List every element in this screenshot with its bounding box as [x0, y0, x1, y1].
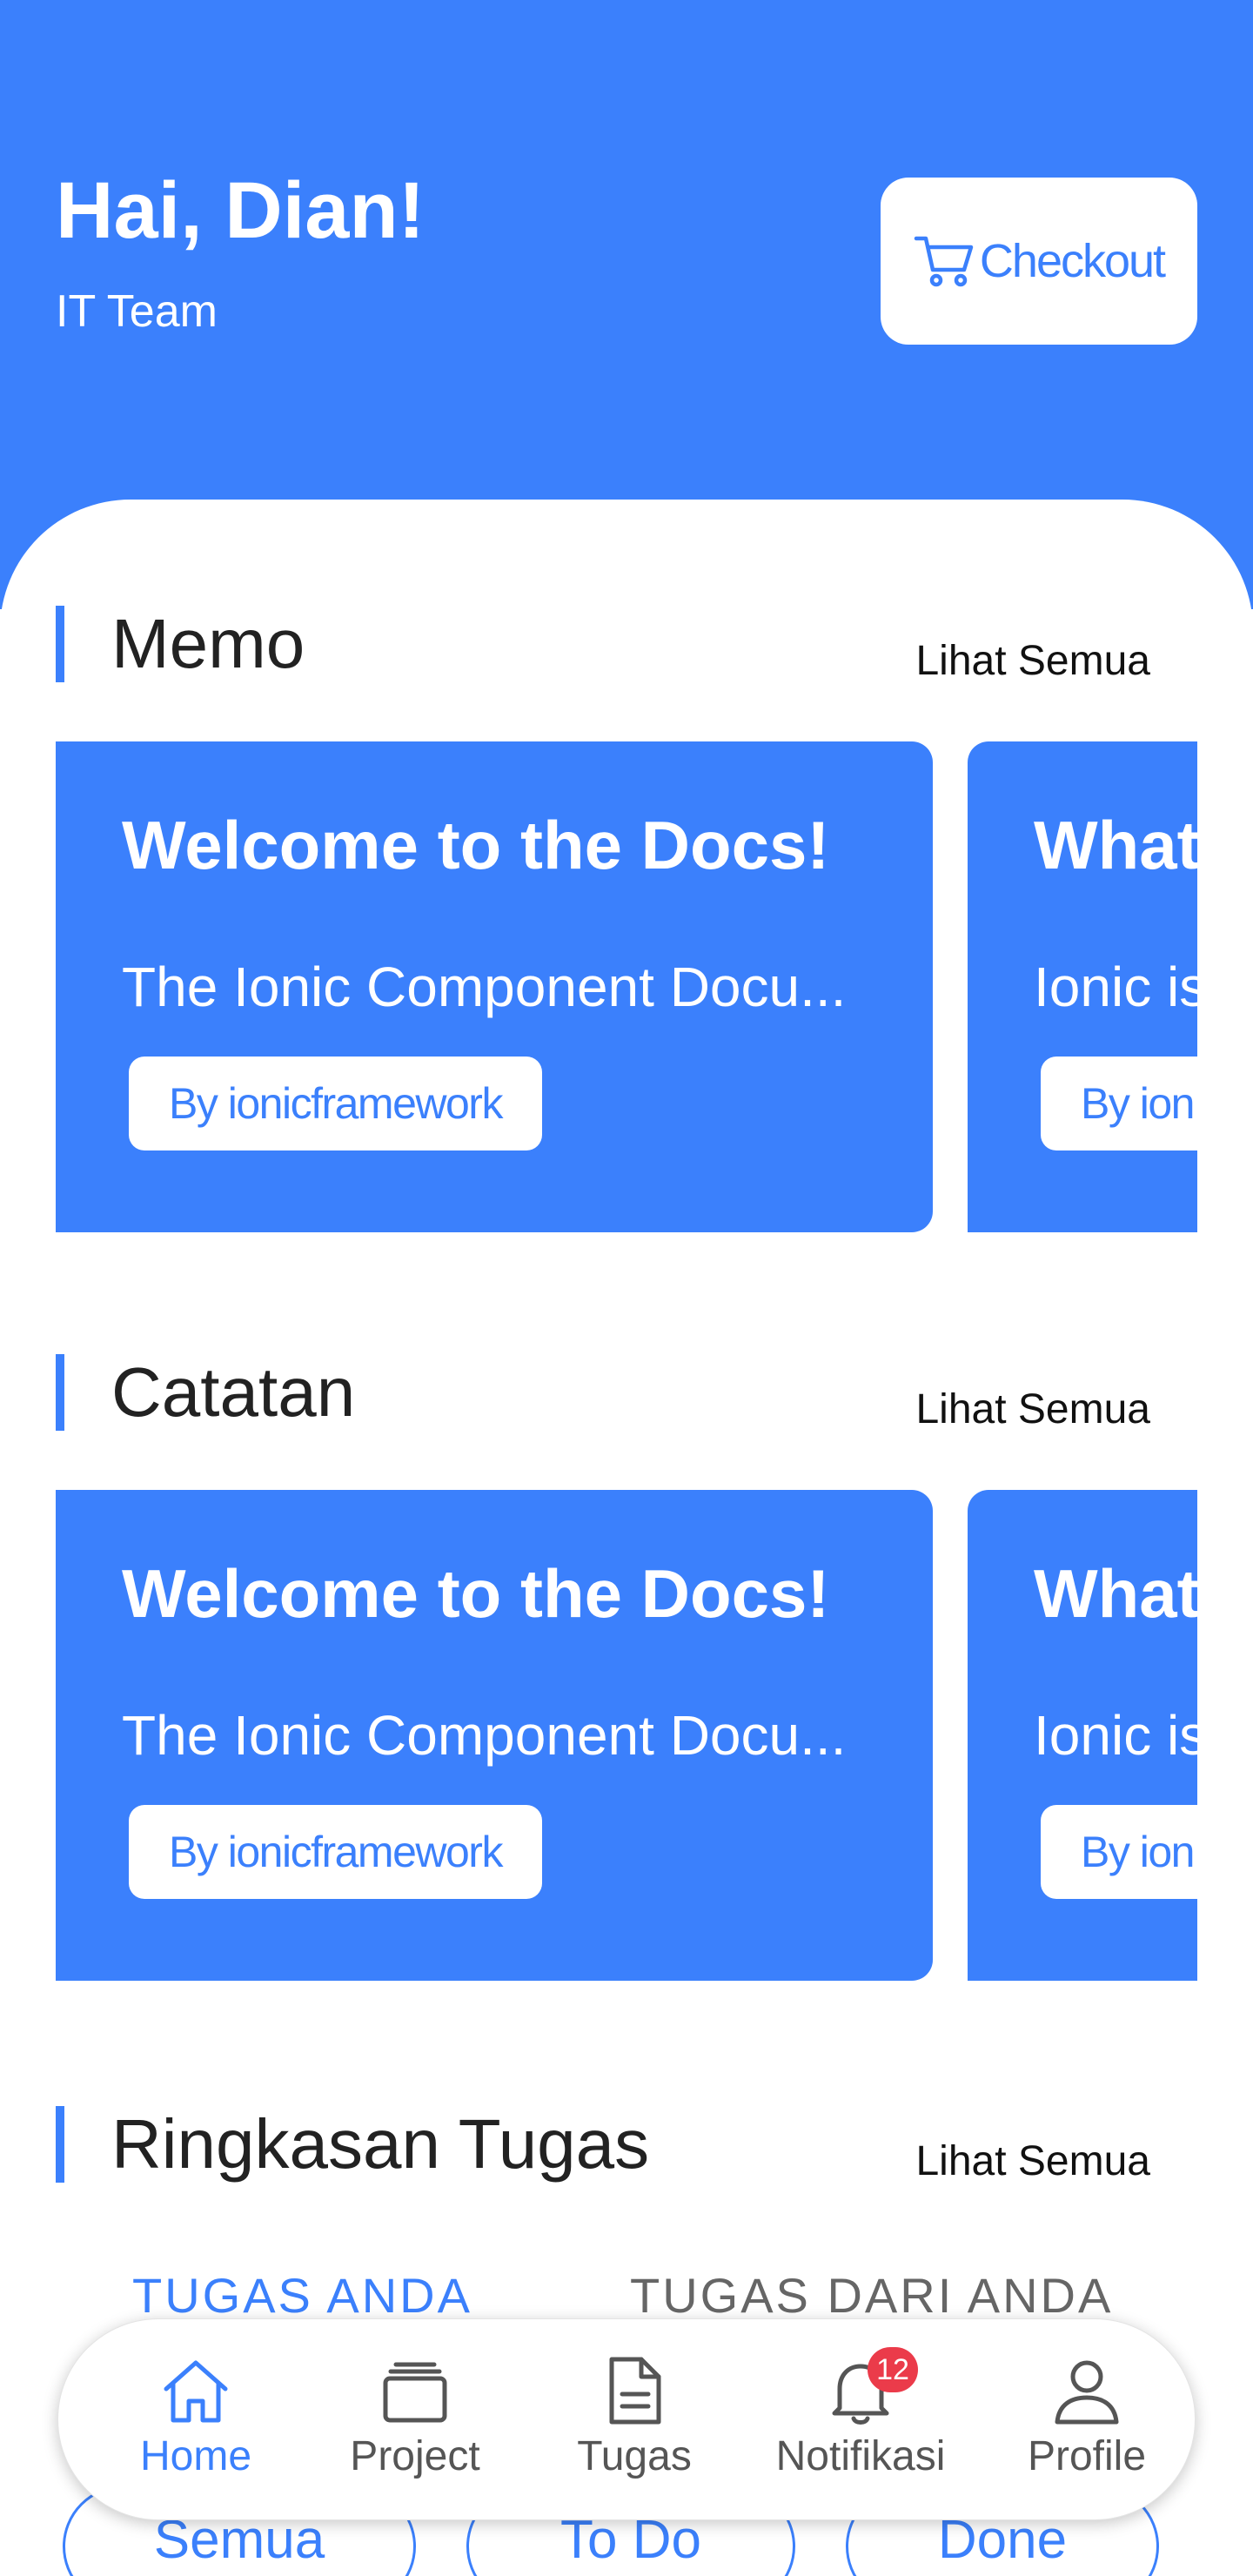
catatan-card[interactable]: What Ionic is By ion: [968, 1490, 1197, 1981]
tab-project-label: Project: [350, 2433, 480, 2479]
card-author-chip: By ionicframework: [129, 1805, 542, 1899]
catatan-card[interactable]: Welcome to the Docs! The Ionic Component…: [56, 1490, 933, 1981]
tab-notifikasi[interactable]: 12 Notifikasi: [758, 2347, 963, 2493]
tab-profile[interactable]: Profile: [991, 2354, 1183, 2493]
memo-see-all-link[interactable]: Lihat Semua: [915, 641, 1150, 682]
checkout-label: Checkout: [979, 235, 1166, 287]
tab-profile-label: Profile: [1027, 2433, 1147, 2479]
home-icon: [164, 2360, 228, 2423]
tab-tugas[interactable]: Tugas: [539, 2354, 730, 2493]
catatan-section-header: Catatan Lihat Semua: [56, 1354, 1197, 1432]
card-title: Welcome to the Docs!: [122, 1555, 830, 1632]
checkout-button[interactable]: Checkout: [881, 178, 1197, 345]
section-accent-bar: [56, 2106, 64, 2183]
card-author-chip: By ionicframework: [129, 1057, 542, 1150]
person-icon: [1055, 2360, 1119, 2425]
memo-section-header: Memo Lihat Semua: [56, 606, 1197, 684]
greeting-title: Hai, Dian!: [56, 166, 425, 255]
tab-tugas-anda[interactable]: TUGAS ANDA: [132, 2271, 472, 2320]
tab-home-label: Home: [139, 2433, 252, 2479]
tab-tugas-label: Tugas: [577, 2433, 692, 2479]
card-description: The Ionic Component Docu...: [122, 956, 847, 1018]
tab-home[interactable]: Home: [100, 2354, 291, 2493]
bottom-tab-bar: Home Project Tugas 12 Notifikasi Profile: [57, 2318, 1196, 2520]
section-accent-bar: [56, 606, 64, 682]
document-icon: [609, 2357, 661, 2425]
tab-project[interactable]: Project: [319, 2354, 511, 2493]
card-description: Ionic is: [1034, 1704, 1197, 1767]
memo-card[interactable]: Welcome to the Docs! The Ionic Component…: [56, 741, 933, 1232]
section-accent-bar: [56, 1354, 64, 1431]
ringkasan-section-header: Ringkasan Tugas Lihat Semua: [56, 2106, 1197, 2184]
memo-card[interactable]: What Ionic is By ion: [968, 741, 1197, 1232]
memo-title: Memo: [111, 605, 305, 682]
card-description: Ionic is: [1034, 956, 1197, 1018]
card-author-chip: By ion: [1041, 1057, 1197, 1150]
card-title: What: [1034, 807, 1197, 883]
notification-count-badge: 12: [868, 2347, 918, 2392]
layers-icon: [383, 2362, 447, 2423]
ringkasan-see-all-link[interactable]: Lihat Semua: [915, 2141, 1150, 2183]
team-subtitle: IT Team: [56, 286, 218, 337]
catatan-see-all-link[interactable]: Lihat Semua: [915, 1389, 1150, 1431]
ringkasan-title: Ringkasan Tugas: [111, 2105, 650, 2183]
card-title: Welcome to the Docs!: [122, 807, 830, 883]
tab-tugas-dari-anda[interactable]: TUGAS DARI ANDA: [630, 2271, 1113, 2320]
catatan-title: Catatan: [111, 1353, 356, 1431]
tab-notifikasi-label: Notifikasi: [775, 2433, 946, 2479]
card-author-chip: By ion: [1041, 1805, 1197, 1899]
cart-icon: [914, 236, 974, 287]
card-title: What: [1034, 1555, 1197, 1632]
catatan-card-carousel[interactable]: Welcome to the Docs! The Ionic Component…: [56, 1490, 1197, 1981]
memo-card-carousel[interactable]: Welcome to the Docs! The Ionic Component…: [56, 741, 1197, 1232]
card-description: The Ionic Component Docu...: [122, 1704, 847, 1767]
